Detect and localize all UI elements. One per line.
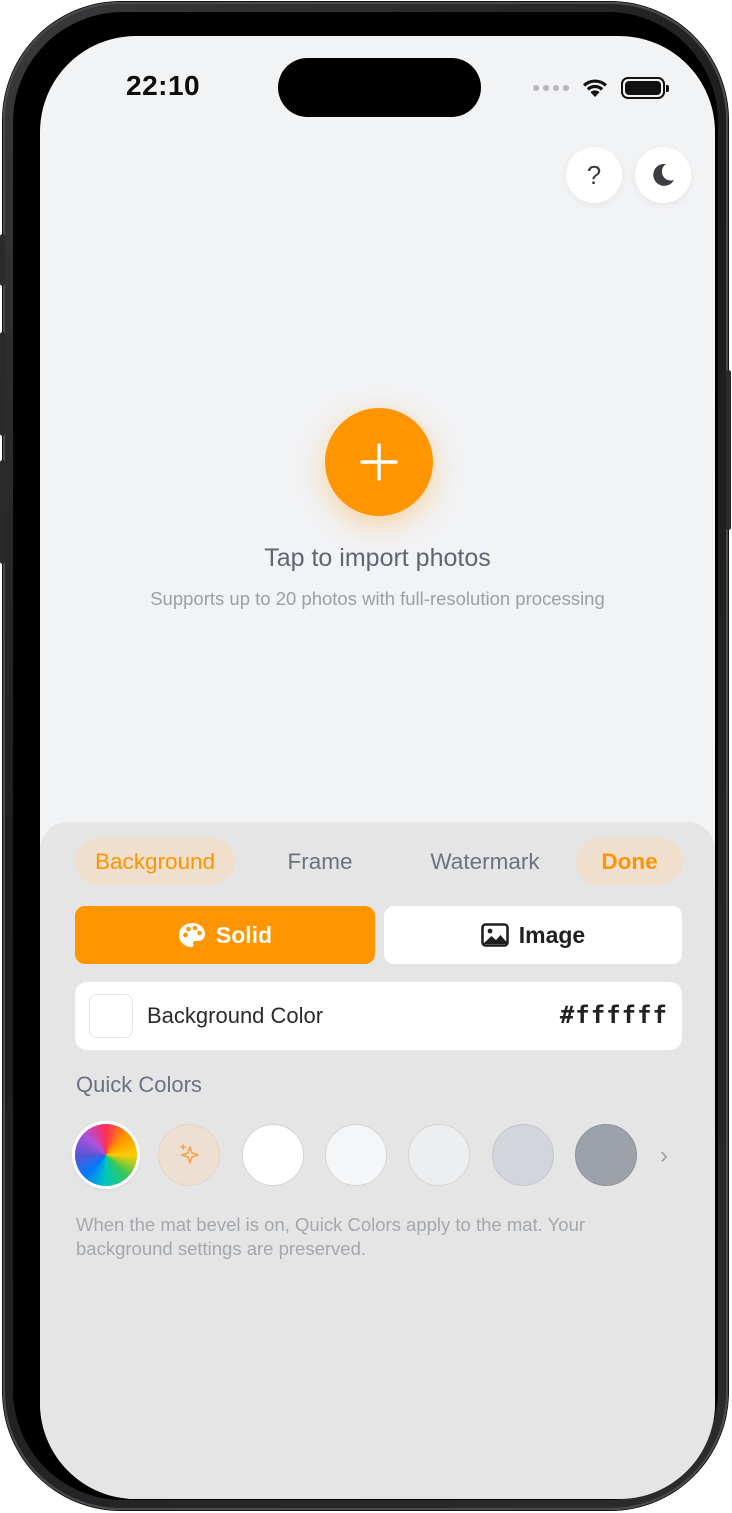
quick-color-off-white[interactable] xyxy=(325,1124,387,1186)
moon-icon xyxy=(653,163,674,186)
quick-colors-title: Quick Colors xyxy=(76,1072,202,1097)
settings-tabs: Background Frame Watermark Done xyxy=(75,838,683,885)
quick-colors-note: When the mat bevel is on, Quick Colors a… xyxy=(76,1214,586,1259)
battery-icon xyxy=(621,77,669,99)
background-color-hex[interactable]: #ffffff xyxy=(560,1001,668,1029)
wifi-icon xyxy=(583,79,607,97)
volume-up-button xyxy=(0,332,5,436)
import-subtitle: Supports up to 20 photos with full-resol… xyxy=(150,588,605,609)
power-button xyxy=(726,370,731,530)
quick-color-light-gray[interactable] xyxy=(408,1124,470,1186)
cellular-signal-icon xyxy=(533,85,569,91)
phone-frame: 22:10 ? Tap to import photos Supports up… xyxy=(0,2,731,1510)
status-time: 22:10 xyxy=(126,70,201,101)
screen: 22:10 ? Tap to import photos Supports up… xyxy=(40,36,715,1499)
volume-down-button xyxy=(0,460,5,564)
segment-solid-label: Solid xyxy=(215,921,273,948)
background-color-label: Background Color xyxy=(147,1003,324,1028)
palette-icon xyxy=(178,923,205,947)
tab-watermark[interactable]: Watermark xyxy=(415,838,555,885)
status-icons xyxy=(533,76,669,100)
segment-solid[interactable]: Solid xyxy=(75,906,375,964)
photo-icon xyxy=(480,923,509,947)
color-swatch[interactable] xyxy=(89,994,133,1038)
color-wheel-button[interactable] xyxy=(75,1124,137,1186)
help-icon: ? xyxy=(586,159,602,190)
tab-frame[interactable]: Frame xyxy=(265,838,375,885)
auto-color-button[interactable] xyxy=(158,1124,220,1186)
import-photos-button[interactable] xyxy=(325,408,433,516)
settings-sheet: Background Frame Watermark Done Solid Im… xyxy=(40,822,715,1499)
dark-mode-toggle[interactable] xyxy=(635,147,691,203)
quick-color-gray[interactable] xyxy=(575,1124,637,1186)
quick-colors-row: › xyxy=(75,1124,683,1188)
import-title[interactable]: Tap to import photos xyxy=(40,544,715,573)
plus-icon xyxy=(360,443,398,481)
bezel: 22:10 ? Tap to import photos Supports up… xyxy=(13,12,718,1500)
segment-image-label: Image xyxy=(518,921,586,948)
quick-color-silver[interactable] xyxy=(492,1124,554,1186)
done-button[interactable]: Done xyxy=(576,838,683,885)
tab-background[interactable]: Background xyxy=(75,838,235,885)
background-color-row[interactable]: Background Color #ffffff xyxy=(75,982,682,1050)
help-button[interactable]: ? xyxy=(566,147,622,203)
action-button xyxy=(0,234,5,286)
chevron-right-icon[interactable]: › xyxy=(660,1142,668,1170)
sparkle-icon xyxy=(179,1143,199,1164)
quick-color-white[interactable] xyxy=(242,1124,304,1186)
segment-image[interactable]: Image xyxy=(384,906,682,964)
dynamic-island xyxy=(278,58,481,117)
